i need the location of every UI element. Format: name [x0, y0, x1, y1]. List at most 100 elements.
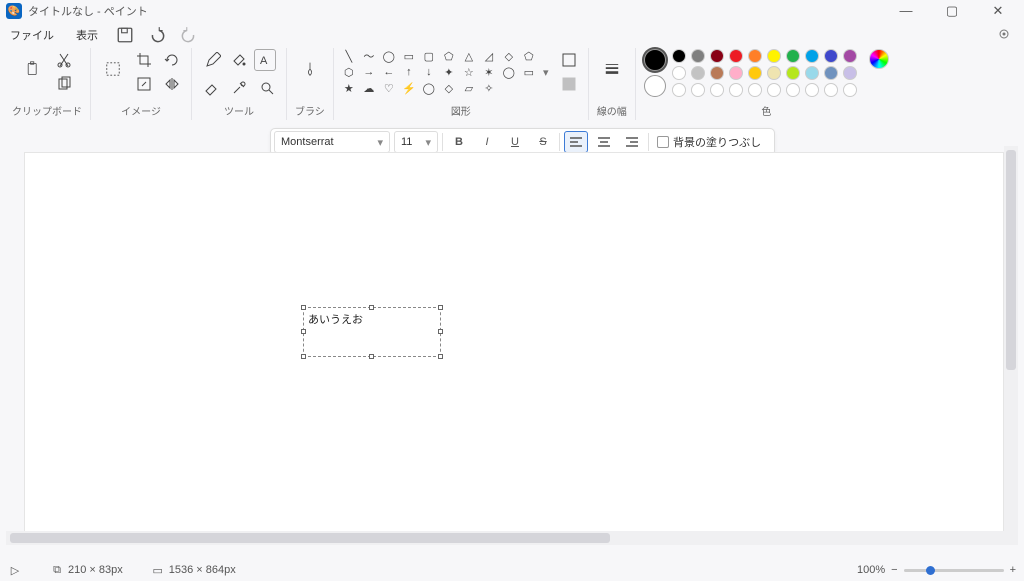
swatch[interactable] [691, 49, 705, 63]
swatch[interactable] [767, 49, 781, 63]
text-tool[interactable]: A [254, 49, 276, 71]
shape-star4[interactable]: ✦ [442, 65, 456, 79]
shapes-gallery[interactable]: ╲ 〜 ◯ ▭ ▢ ⬠ △ ◿ ◇ ⬠ ⬡ → ← ↑ ↓ ✦ ☆ ✶ ◯ ▭ … [342, 49, 538, 95]
swatch[interactable] [767, 66, 781, 80]
flip-button[interactable] [161, 73, 183, 95]
swatch[interactable] [805, 66, 819, 80]
shape-rect[interactable]: ▭ [402, 49, 416, 63]
shape-heart[interactable]: ♡ [382, 81, 396, 95]
cut-button[interactable] [53, 49, 75, 71]
shape-callout-oval[interactable]: ◯ [422, 81, 436, 95]
shape-callout3[interactable]: ✧ [482, 81, 496, 95]
close-button[interactable]: ✕ [984, 3, 1012, 19]
resize-handle[interactable] [438, 305, 443, 310]
shape-star[interactable]: ★ [342, 81, 356, 95]
swatch[interactable] [729, 66, 743, 80]
shape-line[interactable]: ╲ [342, 49, 356, 63]
settings-icon[interactable] [996, 26, 1018, 45]
color-primary[interactable] [644, 49, 666, 71]
shape-pentagon[interactable]: ⬠ [522, 49, 536, 63]
shape-arrow-up[interactable]: ↑ [402, 65, 416, 79]
shape-triangle[interactable]: △ [462, 49, 476, 63]
shape-arrow-down[interactable]: ↓ [422, 65, 436, 79]
swatch[interactable] [824, 49, 838, 63]
shape-roundrect[interactable]: ▢ [422, 49, 436, 63]
eraser-tool[interactable] [200, 77, 222, 99]
copy-button[interactable] [53, 73, 75, 95]
swatch[interactable] [805, 49, 819, 63]
swatch[interactable] [748, 66, 762, 80]
resize-handle[interactable] [301, 305, 306, 310]
pencil-tool[interactable] [202, 49, 224, 71]
resize-handle[interactable] [369, 354, 374, 359]
shape-oval[interactable]: ◯ [382, 49, 396, 63]
shape-diamond[interactable]: ◇ [502, 49, 516, 63]
save-icon[interactable] [116, 26, 134, 44]
swatch-empty[interactable] [729, 83, 743, 97]
zoom-slider[interactable] [904, 569, 1004, 572]
swatch-empty[interactable] [767, 83, 781, 97]
resize-handle[interactable] [369, 305, 374, 310]
menu-file[interactable]: ファイル [6, 24, 58, 46]
swatch[interactable] [824, 66, 838, 80]
swatch-empty[interactable] [786, 83, 800, 97]
swatch[interactable] [843, 66, 857, 80]
swatch-empty[interactable] [824, 83, 838, 97]
swatch-empty[interactable] [691, 83, 705, 97]
resize-handle[interactable] [301, 329, 306, 334]
shape-arrow-right[interactable]: → [362, 65, 376, 79]
shape-right-triangle[interactable]: ◿ [482, 49, 496, 63]
undo-icon[interactable] [148, 26, 166, 44]
redo-icon[interactable] [180, 26, 198, 44]
color-picker-tool[interactable] [228, 77, 250, 99]
shape-hexagon[interactable]: ⬡ [342, 65, 356, 79]
resize-handle[interactable] [438, 354, 443, 359]
shape-fill-button[interactable] [558, 73, 580, 95]
maximize-button[interactable]: ▢ [938, 3, 966, 19]
shape-callout-rect[interactable]: ▭ [522, 65, 536, 79]
swatch[interactable] [843, 49, 857, 63]
rotate-button[interactable] [161, 49, 183, 71]
shape-lightning[interactable]: ⚡ [402, 81, 416, 95]
swatch-empty[interactable] [672, 83, 686, 97]
linewidth-button[interactable] [599, 49, 625, 89]
resize-handle[interactable] [301, 354, 306, 359]
menu-view[interactable]: 表示 [72, 24, 102, 46]
swatch[interactable] [786, 49, 800, 63]
vertical-scrollbar[interactable] [1004, 146, 1018, 545]
swatch[interactable] [672, 49, 686, 63]
magnifier-tool[interactable] [256, 77, 278, 99]
crop-button[interactable] [133, 49, 155, 71]
canvas[interactable]: あいうえお [24, 152, 1004, 542]
select-button[interactable] [99, 49, 127, 89]
shape-callout1[interactable]: ◇ [442, 81, 456, 95]
minimize-button[interactable]: — [892, 3, 920, 19]
swatch-empty[interactable] [748, 83, 762, 97]
color-secondary[interactable] [644, 75, 666, 97]
shape-callout-round[interactable]: ◯ [502, 65, 516, 79]
brushes-button[interactable] [297, 49, 323, 89]
swatch-empty[interactable] [805, 83, 819, 97]
text-box[interactable]: あいうえお [303, 307, 441, 357]
swatch-empty[interactable] [843, 83, 857, 97]
swatch[interactable] [710, 49, 724, 63]
swatch[interactable] [710, 66, 724, 80]
fill-tool[interactable] [228, 49, 250, 71]
shape-polygon[interactable]: ⬠ [442, 49, 456, 63]
swatch[interactable] [786, 66, 800, 80]
shape-star6[interactable]: ✶ [482, 65, 496, 79]
horizontal-scrollbar[interactable] [6, 531, 1004, 545]
paste-button[interactable] [19, 49, 47, 89]
resize-handle[interactable] [438, 329, 443, 334]
shapes-expand[interactable]: ▾ [540, 66, 552, 79]
shape-arrow-left[interactable]: ← [382, 65, 396, 79]
edit-colors-button[interactable] [869, 49, 889, 69]
shape-outline-button[interactable] [558, 49, 580, 71]
swatch[interactable] [729, 49, 743, 63]
swatch[interactable] [691, 66, 705, 80]
shape-curve[interactable]: 〜 [362, 49, 376, 63]
zoom-out-button[interactable]: − [891, 564, 897, 576]
resize-button[interactable] [133, 73, 155, 95]
swatch[interactable] [672, 66, 686, 80]
swatch[interactable] [748, 49, 762, 63]
